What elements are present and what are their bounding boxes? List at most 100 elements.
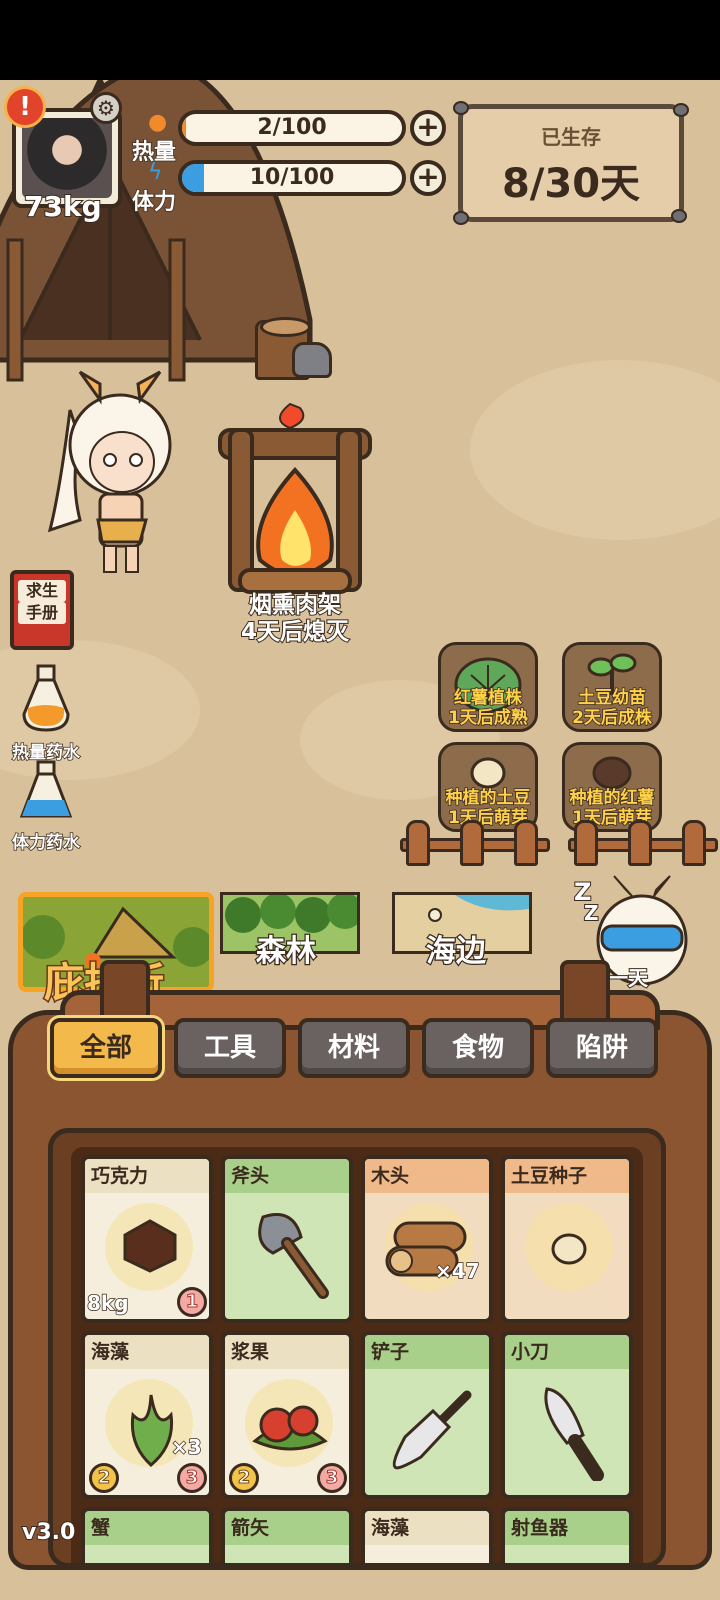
item-card-seaweed-2[interactable]: 海藻 — [361, 1507, 493, 1563]
fence-post — [682, 820, 706, 866]
garden-plot-label: 红薯植株 1天后成熟 — [418, 687, 558, 729]
item-name: 木头 — [365, 1159, 489, 1193]
item-name: 海藻 — [365, 1511, 489, 1545]
plot-name: 土豆幼苗 — [577, 687, 647, 709]
item-card-crab[interactable]: 蟹 — [81, 1507, 213, 1563]
backpack-inventory: 全部 工具 材料 食物 陷阱 巧克力 8kg 1 斧头 木头 ×47 土豆种子 … — [0, 960, 720, 1600]
item-card-arrows[interactable]: 箭矢 — [221, 1507, 353, 1563]
campfire-status: 4天后熄灭 — [240, 618, 350, 646]
handbook-label-line2: 手册 — [18, 602, 66, 624]
fence-post — [574, 820, 598, 866]
item-weight: 8kg — [86, 1290, 129, 1316]
add-stamina-button[interactable]: + — [410, 160, 446, 196]
stamina-value: 10/100 — [249, 165, 335, 190]
calorie-potion-button[interactable]: 热量药水 — [4, 664, 88, 764]
stamina-potion-label: 体力药水 — [11, 832, 81, 854]
inventory-grid[interactable]: 巧克力 8kg 1 斧头 木头 ×47 土豆种子 海藻 ×3 2 3 浆果 2 … — [71, 1147, 643, 1563]
campfire-name: 烟熏肉架 — [248, 591, 342, 619]
item-name: 小刀 — [505, 1335, 629, 1369]
add-calorie-button[interactable]: + — [410, 110, 446, 146]
item-card-axe[interactable]: 斧头 — [221, 1155, 353, 1323]
tab-traps[interactable]: 陷阱 — [546, 1018, 658, 1078]
calorie-value: 2/100 — [257, 115, 327, 140]
item-name: 斧头 — [225, 1159, 349, 1193]
avatar — [22, 118, 112, 198]
item-badge: 3 — [317, 1463, 347, 1493]
garden-fence — [400, 820, 550, 870]
tab-food[interactable]: 食物 — [422, 1018, 534, 1078]
item-name: 海藻 — [85, 1335, 209, 1369]
smokehouse-campfire[interactable] — [210, 400, 380, 600]
plot-name: 种植的红薯 — [569, 787, 656, 809]
chocolate-icon — [123, 1219, 177, 1273]
item-card-fish-shooter[interactable]: 射鱼器 — [501, 1507, 633, 1563]
item-left-badge: 2 — [89, 1463, 119, 1493]
item-name: 蟹 — [85, 1511, 209, 1545]
plot-status: 1天后成熟 — [447, 707, 528, 729]
rock — [292, 342, 332, 378]
pebble — [671, 209, 687, 223]
fence-post — [460, 820, 484, 866]
axe-icon — [258, 1213, 329, 1299]
alert-icon[interactable]: ! — [4, 86, 46, 128]
location-beach-label: 海边 — [425, 933, 488, 971]
tab-materials[interactable]: 材料 — [298, 1018, 410, 1078]
item-card-shovel[interactable]: 铲子 — [361, 1331, 493, 1499]
plot-name: 红薯植株 — [453, 687, 523, 709]
item-name: 箭矢 — [225, 1511, 349, 1545]
version-label: v3.0 — [21, 1519, 76, 1546]
survival-title: 已生存 — [541, 125, 601, 149]
berries-icon — [252, 1405, 328, 1451]
item-count: ×47 — [434, 1258, 480, 1284]
item-card-chocolate[interactable]: 巧克力 8kg 1 — [81, 1155, 213, 1323]
shovel-icon — [392, 1390, 472, 1470]
potato-seed-icon — [551, 1233, 587, 1265]
stamina-label: 体力 — [131, 189, 177, 216]
item-name: 巧克力 — [85, 1159, 209, 1193]
calorie-potion-icon — [22, 664, 70, 732]
survival-handbook-button[interactable]: 求生 手册 — [10, 570, 74, 650]
plot-name: 种植的土豆 — [445, 787, 532, 809]
item-card-knife[interactable]: 小刀 — [501, 1331, 633, 1499]
pebble — [453, 101, 469, 115]
survival-days: 8/30天 — [501, 161, 641, 207]
item-left-badge: 2 — [229, 1463, 259, 1493]
garden-plot-label: 土豆幼苗 2天后成株 — [542, 687, 682, 729]
player-weight: 73kg — [23, 189, 103, 224]
item-badge: 3 — [177, 1463, 207, 1493]
campfire-label: 烟熏肉架 4天后熄灭 — [200, 591, 390, 646]
fence-post — [628, 820, 652, 866]
item-card-potato-seed[interactable]: 土豆种子 — [501, 1155, 633, 1323]
plot-status: 2天后成株 — [571, 707, 652, 729]
player-character[interactable] — [40, 370, 190, 580]
location-forest-label: 森林 — [255, 933, 318, 971]
stomach-icon: ● — [148, 110, 168, 135]
item-badge: 1 — [177, 1287, 207, 1317]
item-card-seaweed[interactable]: 海藻 ×3 2 3 — [81, 1331, 213, 1499]
handbook-label-line1: 求生 — [18, 580, 66, 602]
tab-all[interactable]: 全部 — [50, 1018, 162, 1078]
pebble — [453, 211, 469, 225]
stamina-potion-button[interactable]: 体力药水 — [4, 760, 88, 854]
gear-icon[interactable]: ⚙ — [90, 92, 122, 124]
tab-tools[interactable]: 工具 — [174, 1018, 286, 1078]
item-card-berries[interactable]: 浆果 2 3 — [221, 1331, 353, 1499]
item-name: 土豆种子 — [505, 1159, 629, 1193]
fence-post — [406, 820, 430, 866]
lightning-icon: ϟ — [148, 160, 163, 185]
survival-days-board: 已生存 8/30天 — [453, 101, 689, 225]
sleep-z-icon: Z — [584, 901, 599, 925]
calorie-bar: 2/100 — [178, 110, 406, 146]
inventory-grid-frame: 巧克力 8kg 1 斧头 木头 ×47 土豆种子 海藻 ×3 2 3 浆果 2 … — [48, 1128, 666, 1568]
fence-post — [514, 820, 538, 866]
pebble — [673, 103, 689, 117]
item-name: 铲子 — [365, 1335, 489, 1369]
item-card-wood[interactable]: 木头 ×47 — [361, 1155, 493, 1323]
item-count: ×3 — [170, 1434, 202, 1460]
item-name: 浆果 — [225, 1335, 349, 1369]
ground-patch — [470, 360, 720, 540]
stamina-potion-icon — [19, 760, 73, 818]
garden-fence — [568, 820, 718, 870]
knife-icon — [544, 1387, 604, 1481]
game-screen: ! ⚙ 73kg ● 热量 2/100 + ϟ 体力 10/100 + 已生存 … — [0, 80, 720, 1600]
